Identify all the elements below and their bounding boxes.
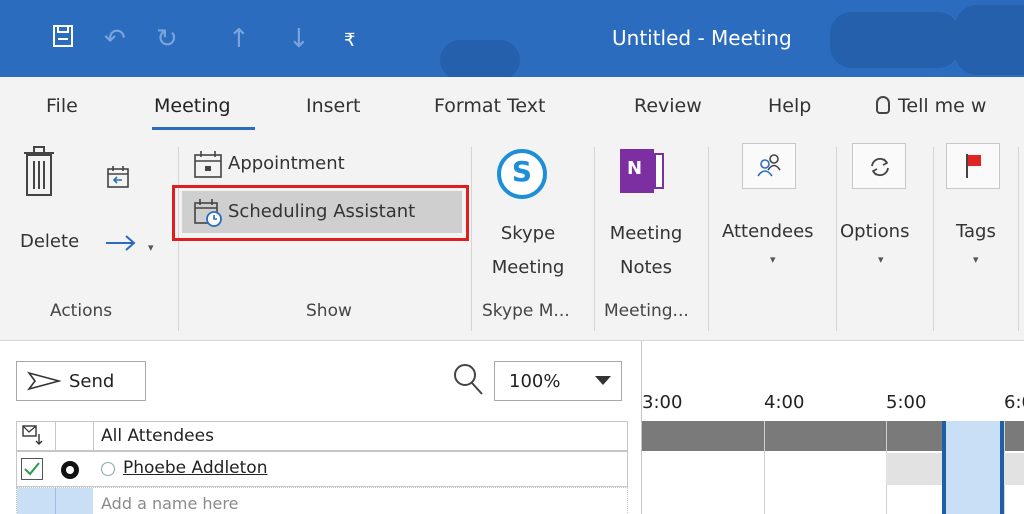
up-arrow-icon[interactable]: ↑ [228,24,250,54]
attendee-name[interactable]: Phoebe Addleton [123,458,267,478]
add-row-cell [17,488,55,514]
ribbon-tabs: File Meeting Insert Format Text Review H… [0,77,1024,135]
tags-icon[interactable] [946,143,1000,189]
tell-me-label: Tell me w [898,95,987,117]
tags-button-label[interactable]: Tags [956,221,996,243]
hour-gridline [764,421,765,514]
tab-file[interactable]: File [46,95,78,117]
time-label: 6:0 [1004,392,1024,413]
column-divider [55,422,56,450]
options-icon[interactable] [852,143,906,189]
send-label: Send [69,371,115,392]
group-separator [836,147,837,331]
attendees-button-label[interactable]: Attendees [722,221,814,243]
group-separator [471,147,472,331]
tab-meeting[interactable]: Meeting [154,95,231,117]
tell-me-search[interactable]: Tell me w [876,95,986,117]
group-separator [933,147,934,331]
time-label: 4:00 [764,392,805,413]
tab-help[interactable]: Help [768,95,811,117]
meeting-time-selection[interactable] [942,421,1004,514]
calendar-forward-icon[interactable] [106,165,130,193]
undo-icon[interactable]: ↶ [104,24,126,54]
active-tab-indicator [152,127,255,130]
delete-icon[interactable] [22,145,56,201]
customize-qat-icon[interactable]: ₹ [344,26,355,56]
show-group-label: Show [306,301,352,321]
add-attendee-row[interactable]: Add a name here [16,487,628,514]
skype-icon[interactable]: S [497,149,547,199]
appointment-button-label[interactable]: Appointment [228,153,345,175]
all-attendees-label: All Attendees [101,426,214,446]
title-cloud-decoration [830,12,960,68]
tab-format-text[interactable]: Format Text [434,95,545,117]
tags-dropdown-icon[interactable]: ▾ [973,253,979,266]
send-icon [26,371,63,395]
group-separator [1018,147,1019,331]
meeting-notes-label-line2[interactable]: Notes [606,257,686,279]
chevron-down-icon [595,376,611,385]
options-dropdown-icon[interactable]: ▾ [878,253,884,266]
time-label: 3:00 [642,392,683,413]
add-row-cell [55,488,93,514]
attendees-dropdown-icon[interactable]: ▾ [770,253,776,266]
window-title: Untitled - Meeting [612,26,792,50]
availability-icon [101,462,115,476]
attendee-header-row: All Attendees [16,421,628,451]
onenote-icon[interactable]: N [620,149,664,193]
skype-group-label: Skype M... [482,301,570,321]
actions-group-label: Actions [50,301,113,321]
onenote-letter: N [627,158,643,179]
down-arrow-icon[interactable]: ↓ [288,24,310,54]
response-icon [21,424,43,450]
send-button[interactable]: Send [16,361,146,401]
group-separator [594,147,595,331]
forward-dropdown-icon[interactable]: ▾ [148,241,154,254]
add-name-input[interactable]: Add a name here [101,494,238,513]
skype-meeting-label-line2[interactable]: Meeting [486,257,570,279]
appointment-icon[interactable] [193,149,223,183]
schedule-timeline[interactable]: 3:00 4:00 5:00 6:0 [641,341,1024,514]
options-button-label[interactable]: Options [840,221,909,243]
tab-review[interactable]: Review [634,95,702,117]
organizer-icon [61,461,79,479]
zoom-value: 100% [509,371,561,392]
zoom-search-icon[interactable] [452,362,484,400]
attendees-icon[interactable] [742,143,796,189]
meeting-notes-group-label: Meeting... [604,301,689,321]
delete-button-label[interactable]: Delete [20,231,79,253]
skype-meeting-label-line1[interactable]: Skype [496,223,560,245]
save-icon[interactable] [52,24,74,55]
zoom-select[interactable]: 100% [494,361,622,401]
meeting-notes-label-line1[interactable]: Meeting [606,223,686,245]
checked-checkbox-icon[interactable] [21,458,43,480]
title-cloud-decoration [955,5,1024,75]
redo-icon[interactable]: ↻ [156,24,178,54]
title-bar: ↶ ↻ ↑ ↓ ₹ Untitled - Meeting [0,0,1024,77]
table-row[interactable]: Phoebe Addleton [16,451,628,487]
tab-insert[interactable]: Insert [306,95,361,117]
column-divider [93,422,94,450]
title-cloud-decoration [440,40,520,77]
scheduling-assistant-button-label[interactable]: Scheduling Assistant [228,201,415,223]
ribbon: Delete ▾ Actions Appointment Scheduling … [0,135,1024,341]
forward-arrow-icon[interactable] [104,233,138,257]
group-separator [708,147,709,331]
lightbulb-icon [876,96,890,114]
scheduling-assistant-icon[interactable] [193,197,223,231]
time-label: 5:00 [886,392,927,413]
